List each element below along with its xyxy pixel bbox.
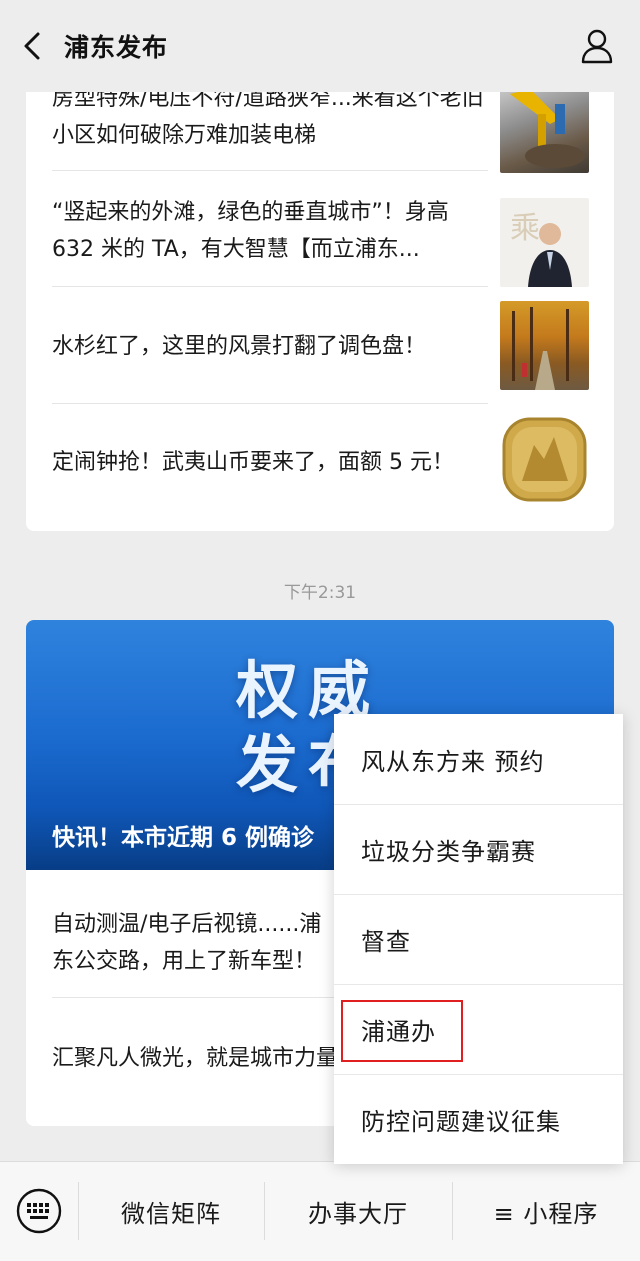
tab-wechat-matrix[interactable]: 微信矩阵 <box>78 1194 264 1229</box>
message-timestamp: 下午2:31 <box>283 583 357 603</box>
menu-item-feng-cong-dong-fang-lai[interactable]: 风从东方来 预约 <box>334 714 623 804</box>
portrait-photo-icon: 乘 <box>510 211 572 287</box>
article-thumbnail <box>500 415 589 504</box>
coin-photo-icon <box>502 417 587 502</box>
construction-photo-icon <box>510 89 585 168</box>
mini-program-menu: 风从东方来 预约 垃圾分类争霸赛 督查 浦通办 防控问题建议征集 <box>334 714 623 1164</box>
menu-item-label: 督查 <box>361 928 411 956</box>
article-item[interactable]: 水杉红了，这里的风景打翻了调色盘！ <box>52 328 488 365</box>
menu-item-supervision[interactable]: 督查 <box>334 894 623 984</box>
article-item[interactable]: 汇聚凡人微光，就是城市力量 <box>52 1040 342 1077</box>
bottom-menu-bar: 微信矩阵 办事大厅 ≡ 小程序 <box>0 1161 640 1261</box>
account-title: 浦东发布 <box>64 33 169 62</box>
menu-item-label: 垃圾分类争霸赛 <box>361 838 536 866</box>
article-thumbnail <box>500 84 589 173</box>
menu-item-label: 防控问题建议征集 <box>361 1108 561 1136</box>
tab-mini-programs[interactable]: ≡ 小程序 <box>452 1194 640 1229</box>
article-thumbnail <box>500 301 589 390</box>
back-arrow-icon[interactable] <box>18 30 50 62</box>
keyboard-icon[interactable] <box>16 1188 62 1234</box>
menu-item-prevention-suggestions[interactable]: 防控问题建议征集 <box>334 1074 623 1164</box>
tab-service-hall[interactable]: 办事大厅 <box>264 1194 452 1229</box>
profile-icon[interactable] <box>580 28 614 64</box>
highlight-box <box>341 1000 463 1062</box>
article-thumbnail: 乘 <box>500 198 589 287</box>
article-item[interactable]: 定闹钟抢！武夷山币要来了，面额 5 元！ <box>52 444 488 481</box>
top-nav-bar: 浦东发布 <box>0 0 640 92</box>
svg-text:乘: 乘 <box>510 211 540 246</box>
menu-item-label: 风从东方来 预约 <box>361 748 545 776</box>
divider <box>52 403 488 404</box>
divider <box>52 286 488 287</box>
autumn-trees-photo-icon <box>512 307 569 390</box>
article-item[interactable]: 自动测温/电子后视镜......浦东公交路，用上了新车型！ <box>52 906 342 980</box>
banner-headline: 快讯！本市近期 6 例确诊 <box>52 825 315 851</box>
article-list-card: 房型特殊/电压不符/道路狭窄...来看这个老旧小区如何破除万难加装电梯 “竖起来… <box>26 60 614 531</box>
divider <box>52 170 488 171</box>
menu-item-garbage-sorting[interactable]: 垃圾分类争霸赛 <box>334 804 623 894</box>
article-item[interactable]: “竖起来的外滩，绿色的垂直城市”！身高 632 米的 TA，有大智慧【而立浦东.… <box>52 194 488 268</box>
